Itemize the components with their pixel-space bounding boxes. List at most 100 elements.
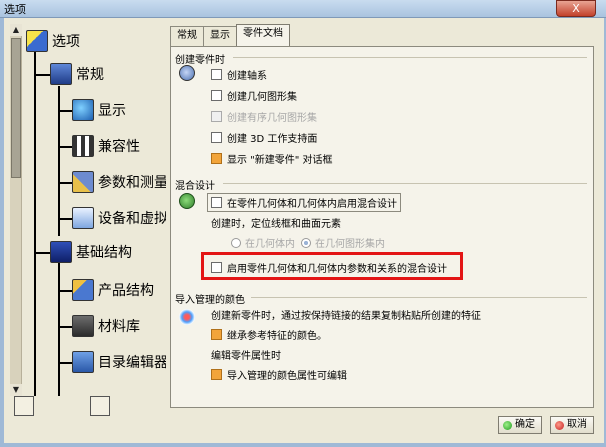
compatibility-icon bbox=[72, 135, 94, 157]
tree-item-material-library[interactable]: 材料库 bbox=[72, 313, 140, 339]
tree-item-general[interactable]: 常规 bbox=[50, 61, 104, 87]
option-label: 创建几何图形集 bbox=[227, 92, 297, 103]
tree-item-devices[interactable]: 设备和虚拟现 bbox=[72, 205, 166, 231]
inherit-color-checkbox[interactable] bbox=[211, 329, 222, 340]
option-label: 导入管理的颜色属性可编辑 bbox=[227, 371, 347, 382]
import-color-desc: 创建新零件时，通过按保持链接的结果复制粘贴所创建的特征 bbox=[211, 311, 481, 322]
color-import-icon bbox=[179, 309, 195, 325]
create-geom-set-option[interactable]: 创建几何图形集 bbox=[211, 88, 297, 103]
tree-connector bbox=[58, 146, 72, 148]
tab-display[interactable]: 显示 bbox=[203, 26, 237, 46]
create-axis-checkbox[interactable] bbox=[211, 69, 222, 80]
part-settings-icon bbox=[179, 65, 195, 81]
tree-item-catalog-editor[interactable]: 目录编辑器 bbox=[72, 349, 166, 375]
tab-general[interactable]: 常规 bbox=[170, 26, 204, 46]
tree-item-label: 兼容性 bbox=[98, 139, 140, 155]
catalog-editor-icon bbox=[72, 351, 94, 373]
create-ordered-geom-set-checkbox bbox=[211, 111, 222, 122]
show-new-part-dialog-option[interactable]: 显示 "新建零件" 对话框 bbox=[211, 151, 333, 166]
tree-connector bbox=[58, 326, 72, 328]
tree-item-label: 常规 bbox=[76, 67, 104, 83]
close-button[interactable]: X bbox=[556, 0, 596, 17]
tree-item-label: 目录编辑器 bbox=[98, 355, 166, 371]
section-divider bbox=[251, 297, 587, 298]
material-library-icon bbox=[72, 315, 94, 337]
tab-part-document[interactable]: 零件文档 bbox=[236, 24, 290, 46]
section-divider bbox=[223, 183, 587, 184]
general-icon bbox=[50, 63, 72, 85]
tree-item-parameters[interactable]: 参数和测量 bbox=[72, 169, 166, 195]
show-new-part-dialog-checkbox[interactable] bbox=[211, 153, 222, 164]
expand-tree-icon[interactable] bbox=[14, 396, 34, 416]
hybrid-subtitle: 创建时，定位线框和曲面元素 bbox=[211, 219, 341, 230]
tree-item-compatibility[interactable]: 兼容性 bbox=[72, 133, 140, 159]
display-icon bbox=[72, 99, 94, 121]
options-dialog: ▲ ▼ 选项 常规 显示 兼容性 参数和测量 设备和虚拟 基础结构 产品结构 材… bbox=[4, 18, 604, 443]
tree-item-label: 设备和虚拟现 bbox=[98, 211, 166, 227]
ok-label: 确定 bbox=[515, 419, 535, 430]
tree-item-product-structure[interactable]: 产品结构 bbox=[72, 277, 154, 303]
part-document-panel: 创建零件时 创建轴系 创建几何图形集 创建有序几何图形集 创建 3D 工作支持面… bbox=[170, 46, 594, 408]
tree-connector bbox=[58, 182, 72, 184]
create-ordered-geom-set-option: 创建有序几何图形集 bbox=[211, 109, 317, 124]
option-label: 在几何图形集内 bbox=[315, 239, 385, 250]
red-highlight-box bbox=[201, 252, 463, 280]
tree-scrollbar[interactable]: ▲ ▼ bbox=[10, 24, 22, 396]
scroll-up-icon[interactable]: ▲ bbox=[10, 24, 22, 36]
tree-item-label: 产品结构 bbox=[98, 283, 154, 299]
tree-item-label: 参数和测量 bbox=[98, 175, 166, 191]
tree-connector bbox=[58, 362, 72, 364]
option-label: 显示 "新建零件" 对话框 bbox=[227, 155, 333, 166]
tree-item-options[interactable]: 选项 bbox=[26, 28, 80, 54]
cancel-icon bbox=[555, 420, 564, 430]
option-label: 在零件几何体和几何体内启用混合设计 bbox=[227, 199, 397, 210]
radio-in-body: 在几何体内 bbox=[231, 235, 295, 250]
section-title-import-color: 导入管理的颜色 bbox=[175, 295, 245, 306]
tree-item-label: 基础结构 bbox=[76, 245, 132, 261]
radio-in-body-button bbox=[231, 237, 241, 248]
enable-hybrid-body-checkbox[interactable] bbox=[211, 197, 222, 208]
option-label: 在几何体内 bbox=[245, 239, 295, 250]
create-3d-support-checkbox[interactable] bbox=[211, 132, 222, 143]
create-3d-support-option[interactable]: 创建 3D 工作支持面 bbox=[211, 130, 317, 145]
section-title-create-part: 创建零件时 bbox=[175, 55, 225, 66]
tree-item-label: 选项 bbox=[52, 34, 80, 50]
option-label: 创建 3D 工作支持面 bbox=[227, 134, 318, 145]
lock-settings-icon[interactable] bbox=[90, 396, 110, 416]
tree-connector bbox=[58, 262, 60, 396]
parameters-icon bbox=[72, 171, 94, 193]
create-axis-option[interactable]: 创建轴系 bbox=[211, 67, 267, 82]
create-geom-set-checkbox[interactable] bbox=[211, 90, 222, 101]
option-label: 创建轴系 bbox=[227, 71, 267, 82]
edit-properties-subtitle: 编辑零件属性时 bbox=[211, 351, 281, 362]
devices-icon bbox=[72, 207, 94, 229]
section-divider bbox=[233, 57, 587, 58]
tree-connector bbox=[58, 218, 72, 220]
tree-toolbar bbox=[10, 394, 166, 422]
tab-bar: 常规 显示 零件文档 bbox=[170, 24, 290, 46]
tree-connector bbox=[58, 110, 72, 112]
product-structure-icon bbox=[72, 279, 94, 301]
cancel-button[interactable]: 取消 bbox=[550, 416, 594, 434]
radio-in-geom-set: 在几何图形集内 bbox=[301, 235, 385, 250]
option-label: 创建有序几何图形集 bbox=[227, 113, 317, 124]
options-icon bbox=[26, 30, 48, 52]
editable-color-option[interactable]: 导入管理的颜色属性可编辑 bbox=[211, 367, 347, 382]
tree-connector bbox=[58, 290, 72, 292]
cancel-label: 取消 bbox=[567, 419, 587, 430]
infrastructure-icon bbox=[50, 241, 72, 263]
inherit-color-option[interactable]: 继承参考特征的颜色。 bbox=[211, 327, 327, 342]
editable-color-checkbox[interactable] bbox=[211, 369, 222, 380]
ok-icon bbox=[503, 420, 512, 430]
tree-item-infrastructure[interactable]: 基础结构 bbox=[50, 239, 132, 265]
title-bar: 选项 X bbox=[0, 0, 606, 18]
option-label: 继承参考特征的颜色。 bbox=[227, 331, 327, 342]
tree-connector bbox=[34, 42, 36, 396]
window-title: 选项 bbox=[4, 3, 26, 16]
enable-hybrid-body-option[interactable]: 在零件几何体和几何体内启用混合设计 bbox=[207, 193, 401, 212]
scroll-thumb[interactable] bbox=[11, 38, 21, 178]
ok-button[interactable]: 确定 bbox=[498, 416, 542, 434]
tree-item-label: 材料库 bbox=[98, 319, 140, 335]
options-tree: ▲ ▼ 选项 常规 显示 兼容性 参数和测量 设备和虚拟 基础结构 产品结构 材… bbox=[10, 24, 166, 396]
tree-item-display[interactable]: 显示 bbox=[72, 97, 126, 123]
